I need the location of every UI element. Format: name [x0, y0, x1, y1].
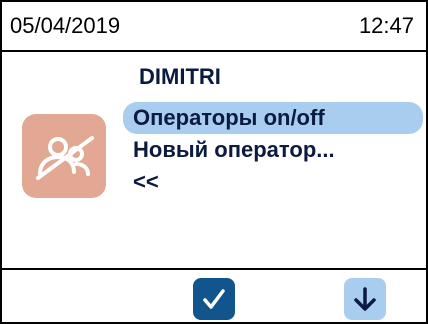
- check-icon: [203, 289, 225, 309]
- page-title: DIMITRI: [139, 64, 221, 89]
- menu-item-new-operator[interactable]: Новый оператор...: [123, 134, 423, 166]
- confirm-button[interactable]: [193, 278, 235, 320]
- device-screen: 05/04/2019 12:47 DIMITRI Операторы on/of…: [0, 0, 428, 324]
- time-display: 12:47: [358, 13, 414, 38]
- menu-item-operators-toggle[interactable]: Операторы on/off: [123, 102, 423, 134]
- status-bar: 05/04/2019 12:47: [2, 2, 426, 52]
- scroll-down-button[interactable]: [344, 278, 386, 320]
- operators-off-icon: [22, 114, 106, 198]
- date-display: 05/04/2019: [10, 13, 121, 38]
- menu-list: Операторы on/off Новый оператор... <<: [123, 102, 423, 198]
- arrow-down-icon: [354, 287, 376, 311]
- menu-item-back[interactable]: <<: [123, 166, 423, 198]
